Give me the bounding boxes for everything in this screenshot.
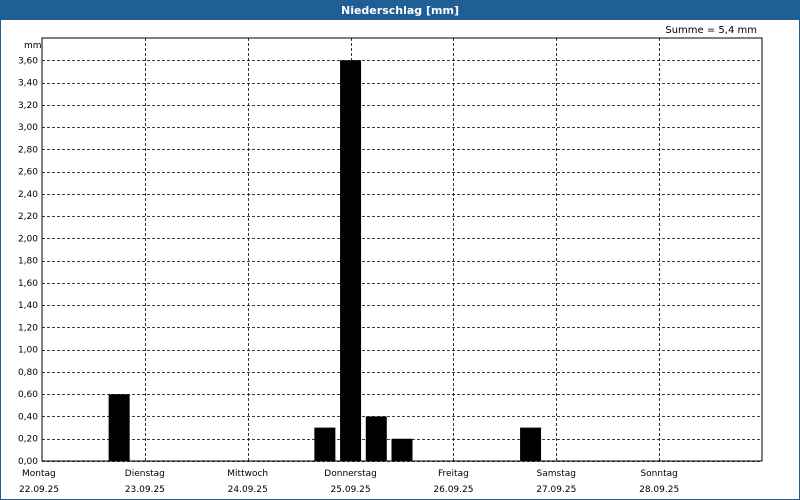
y-tick-label: 3,00 xyxy=(18,123,38,133)
x-tick-day-label: Freitag xyxy=(438,469,469,479)
x-tick-date-label: 25.09.25 xyxy=(331,485,371,495)
y-axis: 0,00 0,20 0,40 0,60 0,80 1,00 1,20 1,40 1,60 1,80… xyxy=(18,56,38,467)
x-tick-date-label: 24.09.25 xyxy=(228,485,268,495)
y-tick-label: 3,20 xyxy=(18,101,38,111)
grid xyxy=(42,38,762,462)
y-tick-label: 0,40 xyxy=(18,412,38,422)
y-tick-label: 1,80 xyxy=(18,257,38,267)
y-tick-label: 0,00 xyxy=(18,457,38,467)
x-tick-date-label: 28.09.25 xyxy=(639,485,679,495)
precipitation-bar xyxy=(314,427,336,461)
x-tick-date-label: 22.09.25 xyxy=(19,485,59,495)
x-tick-day-label: Dienstag xyxy=(125,469,165,479)
y-tick-label: 1,60 xyxy=(18,279,38,289)
y-tick-label: 2,80 xyxy=(18,145,38,155)
precipitation-bar xyxy=(340,60,362,462)
x-tick-day-label: Sonntag xyxy=(640,469,677,479)
x-tick-date-label: 23.09.25 xyxy=(125,485,165,495)
x-axis: Montag 22.09.25 Dienstag 23.09.25 Mittwoch 24… xyxy=(19,469,679,495)
plot-frame xyxy=(41,37,763,462)
x-tick-day-label: Samstag xyxy=(537,469,576,479)
y-tick-label: 2,60 xyxy=(18,168,38,178)
y-tick-label: 3,40 xyxy=(18,79,38,89)
precipitation-bar xyxy=(365,416,387,461)
y-axis-unit-label: mm xyxy=(24,41,42,51)
x-tick-day-label: Mittwoch xyxy=(227,469,268,479)
precipitation-bar xyxy=(520,427,542,461)
y-tick-label: 2,20 xyxy=(18,212,38,222)
y-tick-label: 2,40 xyxy=(18,190,38,200)
x-tick-day-label: Donnerstag xyxy=(324,469,377,479)
precipitation-bar xyxy=(391,438,413,461)
x-tick-date-label: 27.09.25 xyxy=(536,485,576,495)
precipitation-bar xyxy=(108,394,130,461)
y-tick-label: 0,60 xyxy=(18,390,38,400)
y-tick-label: 1,20 xyxy=(18,323,38,333)
y-tick-label: 1,40 xyxy=(18,301,38,311)
y-tick-label: 0,80 xyxy=(18,368,38,378)
y-tick-label: 2,00 xyxy=(18,234,38,244)
y-tick-label: 1,00 xyxy=(18,346,38,356)
bars xyxy=(108,60,542,462)
x-tick-day-label: Montag xyxy=(22,469,56,479)
y-tick-label: 3,60 xyxy=(18,56,38,66)
y-tick-label: 0,20 xyxy=(18,435,38,445)
precipitation-chart: mm 0,00 0,20 0,40 0,60 0,80 1,00 1,20 1,40 1,60 1… xyxy=(18,37,763,495)
x-tick-date-label: 26.09.25 xyxy=(433,485,473,495)
